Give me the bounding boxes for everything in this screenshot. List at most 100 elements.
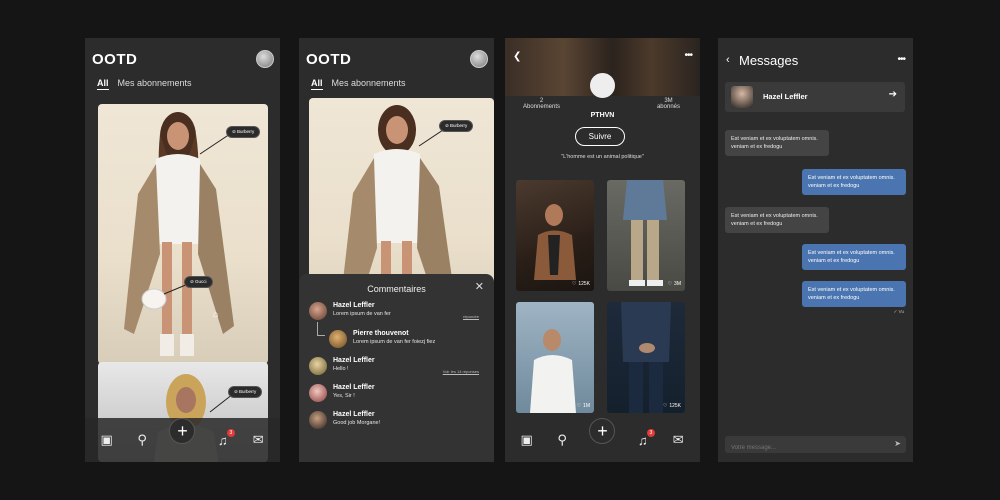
outfit-photo[interactable]: ⊘ Burberry ⊘ Gucci ⌂ (98, 104, 268, 364)
search-icon[interactable]: ⚲ (554, 432, 570, 448)
post-thumbnail[interactable]: ♡ 125K (516, 180, 594, 291)
profile-username: PTHVN (590, 112, 615, 119)
post-thumbnail[interactable]: ♡ 3M (607, 180, 685, 291)
post-image (534, 204, 576, 280)
feed-tabs: All Mes abonnements (97, 78, 192, 90)
more-options-icon[interactable]: ••• (684, 50, 692, 61)
seen-indicator: ✓ Vu (893, 309, 904, 314)
post-image (530, 329, 576, 413)
brand-tag[interactable]: ⊘ Burberry (226, 126, 261, 138)
like-count[interactable]: ♡ 125K (663, 403, 681, 409)
shopping-bag-icon[interactable]: ⌂ (213, 309, 218, 319)
post-thumbnail[interactable]: ♡ 125K (607, 302, 685, 413)
view-replies-link[interactable]: Voir les 14 réponses (443, 369, 479, 374)
conversation-contact[interactable]: Hazel Leffler ➔ (725, 82, 905, 112)
reply-thread-line (317, 322, 325, 336)
comments-title: Commentaires (367, 284, 426, 294)
avatar[interactable] (309, 384, 327, 402)
tab-subscriptions[interactable]: Mes abonnements (332, 78, 406, 90)
message-composer: ➤ (725, 436, 906, 457)
arrow-right-icon[interactable]: ➔ (889, 89, 897, 100)
avatar[interactable] (329, 330, 347, 348)
profile-screen: ❮ ••• 2 Abonnements 3M abonnés PTHVN Sui… (505, 38, 700, 462)
app-title: OOTD (92, 51, 138, 68)
stat-label: Abonnements (523, 104, 561, 110)
comment-author[interactable]: Hazel Leffler (333, 357, 375, 364)
messages-icon[interactable]: ✉ (250, 432, 266, 448)
comment-author[interactable]: Hazel Leffler (333, 411, 380, 418)
followers-stat[interactable]: 3M abonnés (657, 98, 680, 110)
reply-link[interactable]: répondre (463, 314, 479, 319)
contact-name: Hazel Leffler (763, 92, 808, 101)
message-received: Est veniam et ex voluptatem omnis. venia… (725, 130, 829, 156)
feed-screen: OOTD All Mes abonnements ⊘ Burberry ⊘ Gu… (85, 38, 280, 462)
message-received: Est veniam et ex voluptatem omnis. venia… (725, 207, 829, 233)
like-count[interactable]: ♡ 3M (668, 281, 681, 287)
heart-icon: ♡ (571, 281, 577, 287)
comment-text: Good job Morgane! (333, 420, 381, 426)
comment-author[interactable]: Pierre thouvenot (353, 330, 435, 337)
more-options-icon[interactable]: ••• (897, 54, 905, 65)
profile-avatar[interactable] (256, 50, 274, 68)
post-image (623, 180, 667, 286)
bottom-nav: ▣ ⚲ + ♫ 3 ✉ (505, 418, 700, 462)
feed-tabs: All Mes abonnements (311, 78, 406, 90)
message-input[interactable] (725, 439, 875, 457)
tab-subscriptions[interactable]: Mes abonnements (118, 78, 192, 90)
comment-item: Pierre thouvenot Lorem ipsum de van fer … (329, 330, 479, 348)
bell-icon[interactable]: ♫ 3 (635, 429, 655, 448)
heart-icon: ♡ (662, 403, 668, 409)
bottom-nav: ▣ ⚲ + ♫ 3 ✉ (85, 418, 280, 462)
post-thumbnail[interactable]: ♡ 1M (516, 302, 594, 413)
avatar[interactable] (309, 411, 327, 429)
notification-badge: 3 (226, 429, 235, 437)
post-image (621, 302, 671, 413)
following-stat[interactable]: 2 Abonnements (523, 98, 560, 110)
gallery-icon[interactable]: ▣ (99, 432, 115, 448)
message-sent: Est veniam et ex voluptatem omnis. venia… (802, 169, 906, 195)
send-icon[interactable]: ➤ (894, 439, 901, 448)
close-icon[interactable]: ✕ (475, 280, 484, 293)
comment-text: Lorem ipsum de van fer (333, 311, 391, 317)
back-arrow-icon[interactable]: ‹ (726, 54, 730, 66)
avatar (731, 86, 753, 108)
messages-screen: ‹ Messages ••• Hazel Leffler ➔ Est venia… (718, 38, 913, 462)
avatar[interactable] (309, 302, 327, 320)
stat-label: abonnés (656, 104, 680, 110)
brand-tag[interactable]: ⊘ Gucci (184, 276, 213, 288)
notification-badge: 3 (646, 429, 655, 437)
brand-tag[interactable]: ⊘ Burberry (439, 120, 474, 132)
back-arrow-icon[interactable]: ❮ (513, 51, 521, 62)
comments-panel: Commentaires ✕ Hazel Leffler Lorem ipsum… (299, 274, 494, 462)
add-post-button[interactable]: + (589, 418, 616, 444)
avatar[interactable] (590, 73, 615, 98)
tab-all[interactable]: All (311, 78, 323, 90)
comment-text: Yes, Sir ! (333, 393, 355, 399)
comment-item: Hazel Leffler Lorem ipsum de van fer rép… (309, 302, 479, 320)
avatar[interactable] (309, 357, 327, 375)
comment-item: Hazel Leffler Hello ! Voir les 14 répons… (309, 357, 479, 375)
tab-all[interactable]: All (97, 78, 109, 90)
fashion-model-illustration (124, 112, 234, 356)
heart-icon: ♡ (576, 403, 582, 409)
brand-tag[interactable]: ⊘ Burberry (228, 386, 263, 398)
comment-item: Hazel Leffler Good job Morgane! (309, 411, 479, 429)
like-count[interactable]: ♡ 1M (577, 403, 590, 409)
comments-screen: OOTD All Mes abonnements ⊘ Burberry Comm… (299, 38, 494, 462)
heart-icon: ♡ (667, 281, 673, 287)
comment-text: Lorem ipsum de van fer foiezj fiez (353, 339, 436, 345)
comment-author[interactable]: Hazel Leffler (333, 384, 375, 391)
search-icon[interactable]: ⚲ (134, 432, 150, 448)
add-post-button[interactable]: + (169, 418, 196, 444)
comment-item: Hazel Leffler Yes, Sir ! (309, 384, 479, 402)
page-title: Messages (739, 53, 799, 68)
comment-text: Hello ! (333, 366, 349, 372)
comment-author[interactable]: Hazel Leffler (333, 302, 391, 309)
profile-avatar[interactable] (470, 50, 488, 68)
like-count[interactable]: ♡ 125K (572, 281, 590, 287)
gallery-icon[interactable]: ▣ (519, 432, 535, 448)
follow-button[interactable]: Suivre (575, 127, 625, 146)
messages-icon[interactable]: ✉ (670, 432, 686, 448)
bell-icon[interactable]: ♫ 3 (215, 429, 235, 448)
app-title: OOTD (306, 51, 352, 68)
